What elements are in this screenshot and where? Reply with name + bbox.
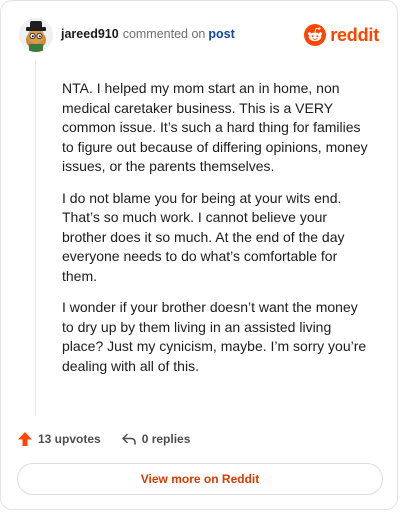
upvote-arrow-icon <box>18 432 32 446</box>
comment-meta: jareed910 commented on post <box>61 27 235 41</box>
view-more-button[interactable]: View more on Reddit <box>17 463 383 495</box>
action-text: commented on <box>122 27 206 41</box>
reddit-snoo-icon <box>304 24 327 46</box>
reply-button[interactable]: 0 replies <box>121 431 191 447</box>
post-link[interactable]: post <box>208 27 234 41</box>
comment-paragraph-2: I do not blame you for being at your wit… <box>62 189 345 284</box>
reddit-logo[interactable]: reddit <box>304 22 379 48</box>
comment-paragraph-1: NTA. I helped my mom start an in home, n… <box>62 80 368 174</box>
comment-actions: 13 upvotes 0 replies <box>17 429 210 449</box>
upvote-count: 13 upvotes <box>38 432 101 446</box>
username-link[interactable]: jareed910 <box>61 27 119 41</box>
avatar-snoo-icon <box>19 18 53 52</box>
upvote-button[interactable]: 13 upvotes <box>17 431 101 447</box>
reddit-wordmark: reddit <box>330 24 379 45</box>
thread-line <box>35 61 36 416</box>
comment-paragraph-3: I wonder if your brother doesn’t want th… <box>62 299 367 374</box>
reply-arrow-icon <box>121 433 136 445</box>
user-avatar[interactable] <box>19 18 53 52</box>
reply-count: 0 replies <box>141 432 191 446</box>
comment-header: jareed910 commented on post reddit <box>17 15 381 55</box>
comment-body: NTA. I helped my mom start an in home, n… <box>62 79 372 388</box>
embedded-comment-card: jareed910 commented on post reddit NTA. I … <box>0 0 398 510</box>
